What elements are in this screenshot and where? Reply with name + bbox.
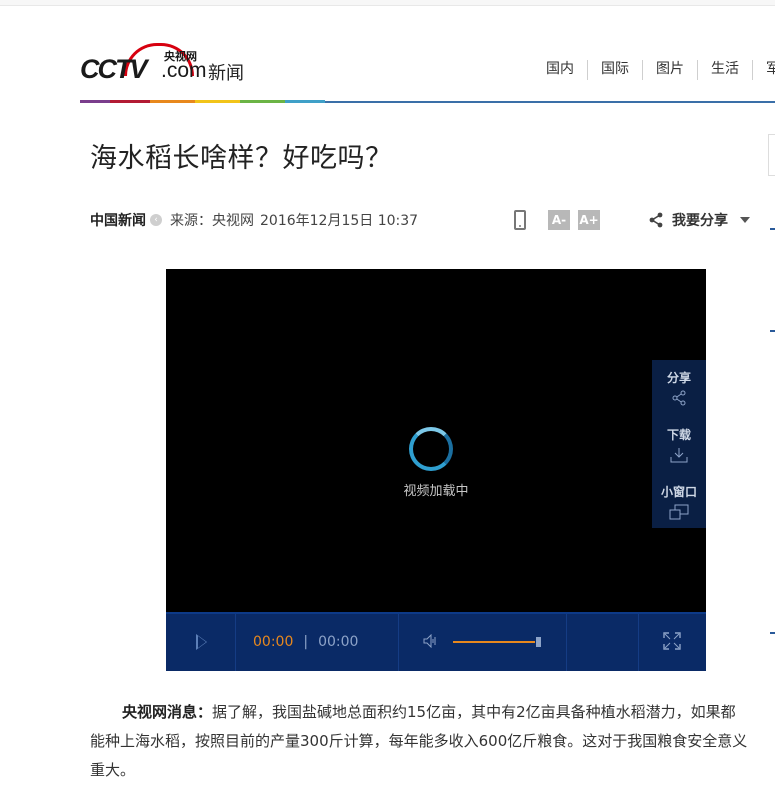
player-mini-label: 小窗口 xyxy=(660,485,697,499)
player-download-label: 下载 xyxy=(666,428,691,442)
loading-spinner-icon xyxy=(409,427,453,471)
font-increase-button[interactable]: A+ xyxy=(578,210,600,230)
play-icon[interactable] xyxy=(196,634,207,650)
source-label: 来源：央视网 xyxy=(170,213,254,229)
current-time: 00:00 xyxy=(253,634,294,650)
time-display: 00:00 | 00:00 xyxy=(253,634,358,650)
nav-item-international[interactable]: 国际 xyxy=(587,60,642,80)
sidebar-divider xyxy=(770,228,775,230)
mobile-phone-icon[interactable] xyxy=(514,210,526,230)
time-separator: | xyxy=(303,634,309,650)
paragraph-lead: 央视网消息： xyxy=(122,703,213,721)
volume-slider[interactable] xyxy=(453,641,537,643)
article-title: 海水稻长啥样？好吃吗？ xyxy=(90,143,393,174)
control-divider xyxy=(638,614,639,671)
nav-item-military[interactable]: 军 xyxy=(752,60,775,80)
share-label: 我要分享 xyxy=(672,213,728,229)
main-nav: 国内 国际 图片 生活 军 xyxy=(532,60,775,80)
player-share-label: 分享 xyxy=(666,371,691,385)
nav-item-pictures[interactable]: 图片 xyxy=(642,60,697,80)
sidebar-search-box[interactable] xyxy=(768,134,775,176)
logo-xinwen: 新闻 xyxy=(208,63,244,84)
source-channel[interactable]: 中国新闻 xyxy=(90,210,146,230)
mini-window-icon xyxy=(669,504,689,520)
nav-item-domestic[interactable]: 国内 xyxy=(532,60,587,80)
volume-slider-handle[interactable] xyxy=(535,636,542,648)
control-divider xyxy=(566,614,567,671)
article-meta: 中国新闻 ‹ 来源：央视网 2016年12月15日 10:37 xyxy=(90,210,418,230)
player-mini-window-button[interactable]: 小窗口 xyxy=(652,483,706,520)
share-menu-button[interactable]: 我要分享 xyxy=(648,210,750,230)
control-divider xyxy=(398,614,399,671)
total-time: 00:00 xyxy=(318,634,359,650)
top-bar xyxy=(0,0,775,6)
sidebar-divider xyxy=(770,632,775,634)
sidebar-divider xyxy=(770,330,775,332)
loading-text: 视频加载中 xyxy=(403,484,469,499)
share-icon xyxy=(672,390,686,406)
download-icon xyxy=(670,448,688,463)
font-decrease-button[interactable]: A- xyxy=(548,210,570,230)
player-side-panel: 分享 下载 小窗口 xyxy=(652,360,706,528)
chevron-left-icon[interactable]: ‹ xyxy=(150,214,162,226)
player-share-button[interactable]: 分享 xyxy=(652,369,706,406)
player-download-button[interactable]: 下载 xyxy=(652,426,706,463)
chevron-down-icon xyxy=(740,217,750,223)
rainbow-divider xyxy=(80,100,775,103)
logo-cctv: CCTV xyxy=(80,54,147,84)
fullscreen-icon[interactable] xyxy=(663,632,681,650)
control-divider xyxy=(235,614,236,671)
logo-com: .com xyxy=(161,59,207,82)
nav-item-life[interactable]: 生活 xyxy=(697,60,752,80)
article-paragraph: 央视网消息：据了解，我国盐碱地总面积约15亿亩，其中有2亿亩具备种植水稻潜力，如… xyxy=(90,698,748,785)
cctv-logo[interactable]: CCTV 央视网 .com 新闻 xyxy=(80,40,255,86)
video-player[interactable]: 视频加载中 分享 下载 小窗口 00:00 | 00:00 xyxy=(166,269,706,671)
article-tools: A- A+ 我要分享 xyxy=(514,206,750,234)
share-icon xyxy=(649,212,663,228)
player-control-bar: 00:00 | 00:00 xyxy=(166,612,706,671)
publish-date: 2016年12月15日 10:37 xyxy=(260,213,419,229)
volume-icon[interactable] xyxy=(423,634,437,648)
